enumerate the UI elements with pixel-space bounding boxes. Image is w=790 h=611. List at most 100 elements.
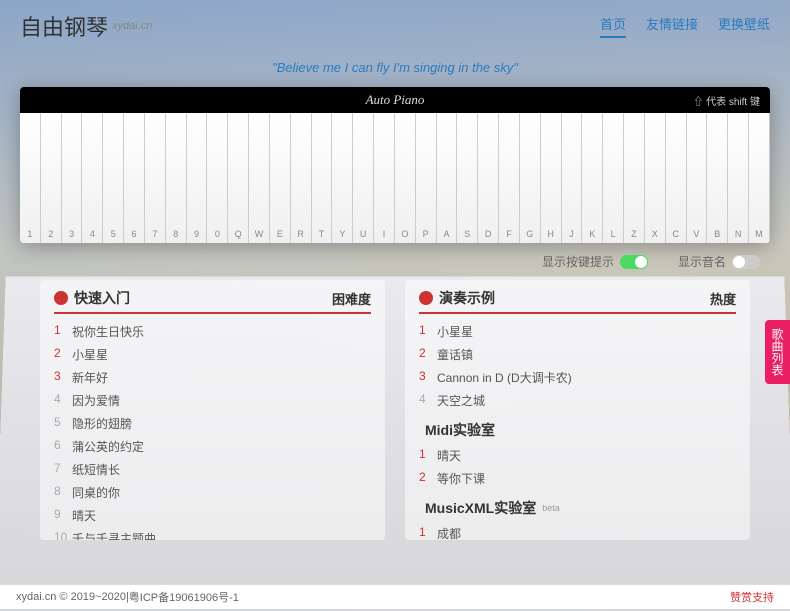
key-label: W xyxy=(249,229,269,239)
white-key[interactable]: 9 xyxy=(187,113,208,243)
list-item[interactable]: 1祝你生日快乐 xyxy=(54,320,371,343)
white-key[interactable]: F xyxy=(499,113,520,243)
white-key[interactable]: 8 xyxy=(166,113,187,243)
logo-text: 自由钢琴 xyxy=(20,10,108,42)
key-label: 4 xyxy=(82,229,102,239)
toggle-show-notes[interactable]: 显示音名 xyxy=(678,253,760,270)
white-key[interactable]: D xyxy=(478,113,499,243)
list-item[interactable]: 2等你下课 xyxy=(419,467,736,490)
white-key[interactable]: C xyxy=(666,113,687,243)
list-item[interactable]: 6蒲公英的约定 xyxy=(54,435,371,458)
switch-icon xyxy=(732,255,760,269)
white-key[interactable]: K xyxy=(582,113,603,243)
white-key[interactable]: 1 xyxy=(20,113,41,243)
white-key[interactable]: Y xyxy=(332,113,353,243)
nav-link[interactable]: 首页 xyxy=(600,14,626,38)
song-title: 小星星 xyxy=(437,323,473,340)
white-key[interactable]: J xyxy=(562,113,583,243)
list-item[interactable]: 4因为爱情 xyxy=(54,389,371,412)
list-item[interactable]: 3新年好 xyxy=(54,366,371,389)
list-item[interactable]: 1小星星 xyxy=(419,320,736,343)
white-key[interactable]: 2 xyxy=(41,113,62,243)
list-item[interactable]: 2童话镇 xyxy=(419,343,736,366)
white-key[interactable]: 7 xyxy=(145,113,166,243)
list-item[interactable]: 2小星星 xyxy=(54,343,371,366)
song-list: 1晴天2等你下课 xyxy=(419,444,736,490)
rank-number: 4 xyxy=(419,392,437,409)
white-key[interactable]: H xyxy=(541,113,562,243)
white-key[interactable]: 3 xyxy=(62,113,83,243)
song-list: 1祝你生日快乐2小星星3新年好4因为爱情5隐形的翅膀6蒲公英的约定7纸短情长8同… xyxy=(54,320,371,540)
list-item[interactable]: 7纸短情长 xyxy=(54,458,371,481)
white-key[interactable]: R xyxy=(291,113,312,243)
list-item[interactable]: 10千与千寻主题曲 xyxy=(54,527,371,540)
key-label: Y xyxy=(332,229,352,239)
white-key[interactable]: B xyxy=(707,113,728,243)
panel-header: 快速入门 困难度 xyxy=(54,288,371,314)
key-label: M xyxy=(749,229,769,239)
key-label: S xyxy=(457,229,477,239)
toggle-bar: 显示按键提示 显示音名 xyxy=(0,243,790,280)
key-label: U xyxy=(353,229,373,239)
white-key[interactable]: 6 xyxy=(124,113,145,243)
white-key[interactable]: P xyxy=(416,113,437,243)
key-label: N xyxy=(728,229,748,239)
rank-number: 2 xyxy=(54,346,72,363)
panel-title: 快速入门 xyxy=(74,288,130,308)
white-key[interactable]: L xyxy=(603,113,624,243)
key-label: O xyxy=(395,229,415,239)
rank-number: 1 xyxy=(54,323,72,340)
key-label: 7 xyxy=(145,229,165,239)
footer-icp-link[interactable]: 粤ICP备19061906号-1 xyxy=(129,589,239,605)
nav-link[interactable]: 更换壁纸 xyxy=(718,14,770,38)
white-key[interactable]: A xyxy=(437,113,458,243)
panel-right-label: 热度 xyxy=(710,289,736,308)
song-title: 天空之城 xyxy=(437,392,485,409)
song-title: 新年好 xyxy=(72,369,108,386)
list-item[interactable]: 8同桌的你 xyxy=(54,481,371,504)
list-item[interactable]: 3Cannon in D (D大调卡农) xyxy=(419,366,736,389)
toggle-show-keys[interactable]: 显示按键提示 xyxy=(542,253,648,270)
header: 自由钢琴 xydai.cn 首页友情链接更换壁纸 xyxy=(0,0,790,52)
white-key[interactable]: S xyxy=(457,113,478,243)
toggle-show-keys-label: 显示按键提示 xyxy=(542,253,614,270)
key-label: Z xyxy=(624,229,644,239)
list-item[interactable]: 4天空之城 xyxy=(419,389,736,412)
white-key[interactable]: E xyxy=(270,113,291,243)
piano-keys: ⇧+1⇧+2⇧+4⇧+5⇧+6⇧+8⇧+9⇧+Q⇧+W⇧+E⇧+T⇧+Y⇧+I⇧… xyxy=(20,113,770,243)
support-button[interactable]: 赞赏支持 xyxy=(730,589,774,605)
white-key[interactable]: V xyxy=(687,113,708,243)
white-key[interactable]: O xyxy=(395,113,416,243)
rank-number: 7 xyxy=(54,461,72,478)
list-item[interactable]: 1晴天 xyxy=(419,444,736,467)
footer-copyright: xydai.cn © 2019~2020 xyxy=(16,591,126,603)
side-tab-songlist[interactable]: 歌曲列表 xyxy=(765,320,790,384)
key-label: A xyxy=(437,229,457,239)
white-key[interactable]: 4 xyxy=(82,113,103,243)
white-key[interactable]: W xyxy=(249,113,270,243)
song-title: Cannon in D (D大调卡农) xyxy=(437,369,572,386)
song-title: 隐形的翅膀 xyxy=(72,415,132,432)
list-item[interactable]: 5隐形的翅膀 xyxy=(54,412,371,435)
piano-brand: Auto Piano xyxy=(366,92,425,108)
white-key[interactable]: T xyxy=(312,113,333,243)
white-key[interactable]: G xyxy=(520,113,541,243)
white-key[interactable]: Q xyxy=(228,113,249,243)
list-item[interactable]: 9晴天 xyxy=(54,504,371,527)
nav-link[interactable]: 友情链接 xyxy=(646,14,698,38)
list-item[interactable]: 1成都 xyxy=(419,522,736,540)
white-key[interactable]: 0 xyxy=(207,113,228,243)
key-label: 0 xyxy=(207,229,227,239)
key-label: R xyxy=(291,229,311,239)
white-key[interactable]: X xyxy=(645,113,666,243)
key-label: 8 xyxy=(166,229,186,239)
section-title: Midi实验室 xyxy=(425,420,495,440)
white-key[interactable]: 5 xyxy=(103,113,124,243)
white-key[interactable]: U xyxy=(353,113,374,243)
white-key[interactable]: M xyxy=(749,113,770,243)
white-key[interactable]: N xyxy=(728,113,749,243)
rank-number: 1 xyxy=(419,525,437,540)
white-key[interactable]: Z xyxy=(624,113,645,243)
piano: Auto Piano ⇧ 代表 shift 键 ⇧+1⇧+2⇧+4⇧+5⇧+6⇧… xyxy=(20,87,770,243)
white-key[interactable]: I xyxy=(374,113,395,243)
